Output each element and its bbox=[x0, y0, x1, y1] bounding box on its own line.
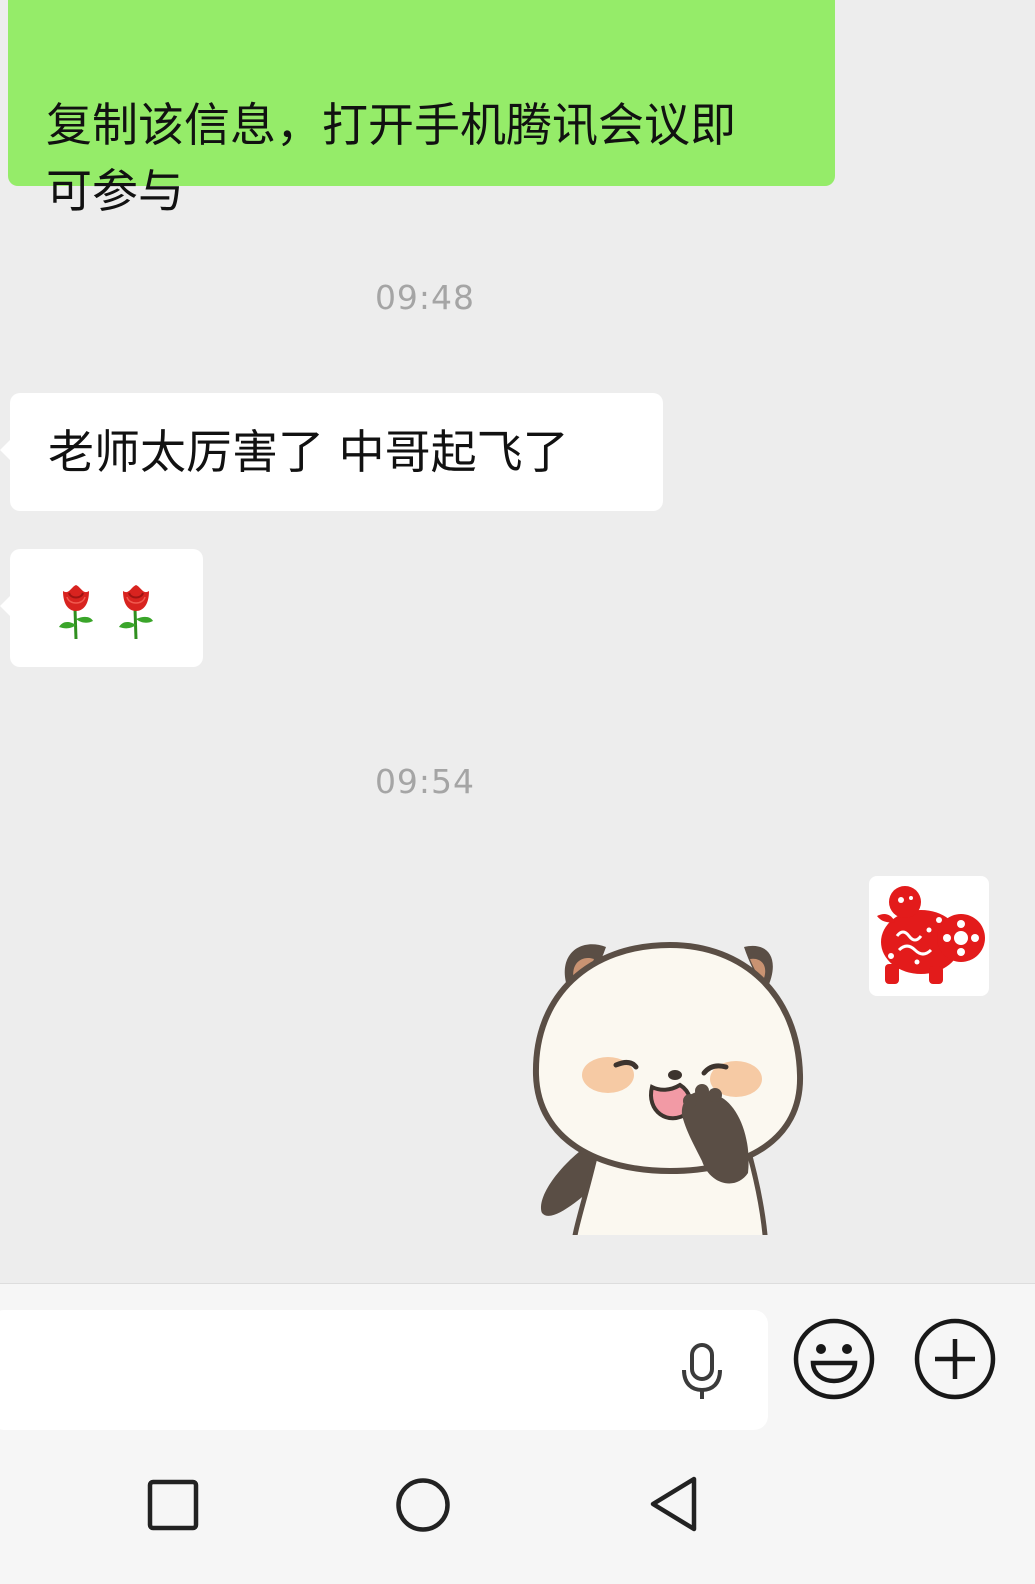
home-circle-icon[interactable] bbox=[394, 1476, 452, 1534]
red-papercut-avatar[interactable] bbox=[869, 876, 989, 996]
bubble-tail bbox=[0, 439, 11, 461]
rose-emoji bbox=[119, 585, 153, 640]
chat-input-bar bbox=[0, 1283, 1035, 1439]
timestamp: 09:48 bbox=[374, 278, 476, 317]
message-input[interactable] bbox=[0, 1310, 768, 1430]
bubble-tail bbox=[0, 595, 11, 617]
system-navigation-bar bbox=[0, 1438, 1035, 1584]
panda-sticker[interactable] bbox=[530, 935, 810, 1235]
microphone-icon[interactable] bbox=[678, 1342, 726, 1402]
rose-emoji bbox=[59, 585, 93, 640]
plus-circle-icon[interactable] bbox=[913, 1317, 997, 1401]
sent-message-text: 复制该信息，打开手机腾讯会议即 可参与 bbox=[46, 98, 736, 218]
received-message-text: 老师太厉害了 中哥起飞了 bbox=[48, 425, 569, 479]
received-message-bubble[interactable]: 老师太厉害了 中哥起飞了 bbox=[0, 393, 663, 511]
smiley-icon[interactable] bbox=[792, 1317, 876, 1401]
recents-square-icon[interactable] bbox=[146, 1478, 200, 1532]
back-triangle-icon[interactable] bbox=[646, 1474, 702, 1534]
timestamp: 09:54 bbox=[374, 762, 476, 801]
sent-message-bubble[interactable]: 复制该信息，打开手机腾讯会议即 可参与 bbox=[8, 0, 835, 218]
received-emoji-bubble[interactable] bbox=[0, 549, 203, 667]
